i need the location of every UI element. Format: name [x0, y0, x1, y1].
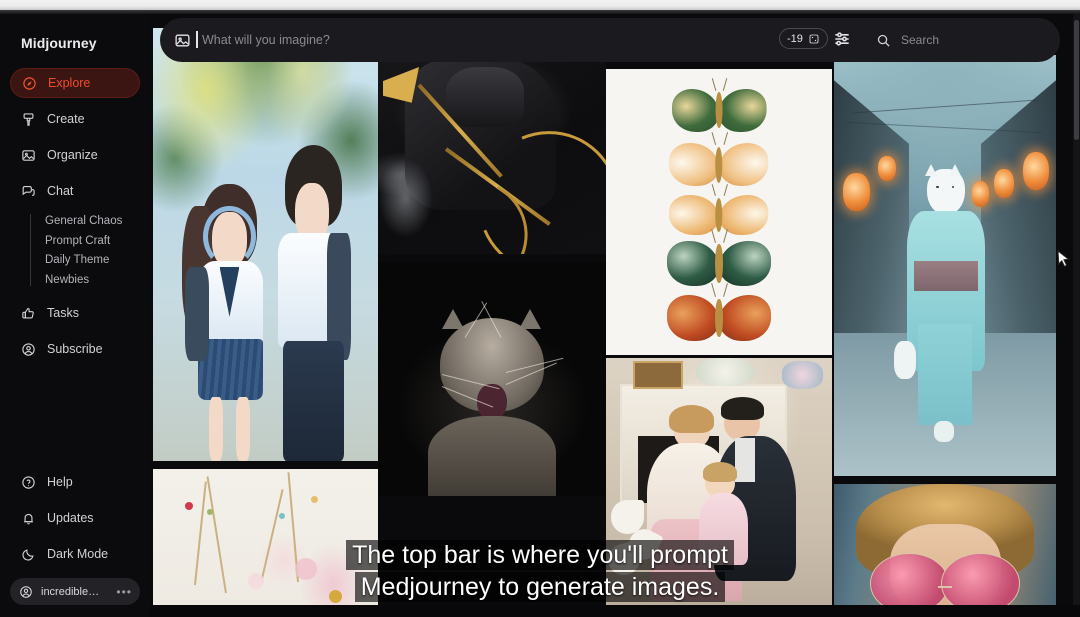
app-window: Midjourney Explore Create Organize Chat …	[0, 0, 1080, 617]
sidebar-subitem-general-chaos[interactable]: General Chaos	[45, 212, 140, 232]
brush-icon	[23, 112, 34, 126]
artwork-yawning-cat	[378, 262, 606, 496]
sidebar-item-chat[interactable]: Chat	[10, 176, 140, 206]
sidebar-item-organize[interactable]: Organize	[10, 140, 140, 170]
sidebar-item-create[interactable]: Create	[10, 104, 140, 134]
chat-icon	[22, 185, 35, 196]
image-icon[interactable]	[174, 32, 191, 49]
gallery-tile-anime-students[interactable]	[153, 28, 378, 461]
gallery-tile-kitsune-street[interactable]	[834, 55, 1056, 476]
sidebar-item-label: Dark Mode	[47, 547, 109, 561]
app-brand: Midjourney	[21, 35, 97, 51]
image-gallery[interactable]	[150, 14, 1080, 617]
page-scrollbar-thumb[interactable]	[1074, 20, 1079, 140]
artwork-anime-students	[153, 28, 378, 461]
prompt-placeholder-text: What will you imagine?	[202, 33, 330, 47]
credits-value: -19	[787, 32, 803, 45]
user-menu-icon[interactable]: •••	[116, 585, 132, 599]
user-name: incredible…	[41, 585, 100, 598]
gallery-tile-vintage-family[interactable]	[606, 358, 832, 617]
sidebar-item-dark-mode[interactable]: Dark Mode	[10, 539, 140, 569]
search-input[interactable]: Search	[901, 33, 939, 47]
credits-pill[interactable]: -19	[779, 28, 828, 49]
thumbs-up-icon	[22, 307, 34, 318]
sidebar-subitem-prompt-craft[interactable]: Prompt Craft	[45, 232, 140, 252]
sidebar-item-label: Explore	[48, 76, 91, 90]
artwork-floral-emboss	[153, 469, 378, 617]
artwork-pink-sunglasses	[834, 484, 1056, 617]
sidebar-item-help[interactable]: Help	[10, 467, 140, 497]
gallery-tile-yawning-cat[interactable]	[378, 262, 606, 496]
gallery-tile-butterfly-plate[interactable]	[606, 69, 832, 355]
search-box[interactable]: Search	[860, 18, 1060, 62]
sidebar-item-tasks[interactable]: Tasks	[10, 298, 140, 328]
image-icon	[22, 149, 35, 161]
sidebar-item-label: Create	[47, 112, 85, 126]
prompt-bar[interactable]: What will you imagine? -19	[160, 18, 920, 62]
page-scrollbar[interactable]	[1073, 14, 1080, 617]
sidebar-chat-children: General Chaos Prompt Craft Daily Theme N…	[30, 212, 140, 290]
grid-icon	[809, 34, 819, 43]
artwork-vintage-family	[606, 358, 832, 617]
sidebar-item-subscribe[interactable]: Subscribe	[10, 334, 140, 364]
prompt-input[interactable]: What will you imagine?	[196, 31, 330, 48]
user-circle-icon	[20, 585, 32, 598]
gallery-tile-floral-emboss[interactable]	[153, 469, 378, 617]
user-account-chip[interactable]: incredible… •••	[10, 578, 140, 605]
bell-icon	[24, 513, 33, 524]
search-icon	[877, 34, 890, 47]
artwork-dark-samurai	[378, 55, 606, 254]
sidebar-item-updates[interactable]: Updates	[10, 503, 140, 533]
browser-chrome-strip	[0, 0, 1080, 10]
sidebar: Midjourney Explore Create Organize Chat …	[0, 14, 150, 617]
sidebar-subitem-daily-theme[interactable]: Daily Theme	[45, 251, 140, 271]
artwork-kitsune-street	[834, 55, 1056, 476]
sidebar-item-label: Subscribe	[47, 342, 103, 356]
sliders-icon[interactable]	[832, 29, 852, 49]
top-bar: What will you imagine? -19 Search	[160, 18, 1060, 62]
compass-icon	[23, 76, 36, 90]
moon-icon	[22, 548, 34, 561]
gallery-bottom-mask	[150, 605, 1080, 617]
text-caret	[196, 31, 198, 48]
sidebar-item-label: Updates	[47, 511, 94, 525]
sidebar-item-label: Tasks	[47, 306, 79, 320]
user-circle-icon	[22, 342, 35, 356]
sidebar-bottom: Help Updates Dark Mode incredible… •••	[10, 467, 140, 605]
artwork-butterfly-plate	[606, 69, 832, 355]
sidebar-item-label: Chat	[47, 184, 74, 198]
sidebar-subitem-newbies[interactable]: Newbies	[45, 271, 140, 291]
sidebar-item-label: Organize	[47, 148, 98, 162]
sidebar-item-explore[interactable]: Explore	[10, 68, 140, 98]
gallery-tile-dark-samurai[interactable]	[378, 55, 606, 254]
question-circle-icon	[22, 475, 35, 489]
sidebar-item-label: Help	[47, 475, 73, 489]
gallery-tile-pink-sunglasses[interactable]	[834, 484, 1056, 617]
